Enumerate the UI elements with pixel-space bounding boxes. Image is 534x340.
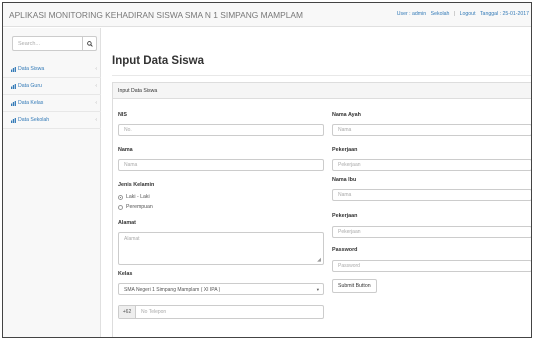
sidebar-item-label: Data Guru	[18, 83, 42, 89]
nama-ibu-field	[332, 189, 531, 201]
pekerjaan-ibu-field	[332, 226, 531, 238]
top-navbar: APLIKASI MONITORING KEHADIRAN SISWA SMA …	[3, 3, 531, 27]
nama-ibu-label: Nama Ibu	[332, 177, 357, 183]
user-link[interactable]: User : admin	[397, 11, 426, 17]
password-field	[332, 260, 531, 272]
alamat-label: Alamat	[118, 220, 136, 226]
jenis-kelamin-label: Jenis Kelamin	[118, 182, 155, 188]
caret-down-icon: ▾	[316, 287, 319, 292]
search-button[interactable]	[82, 37, 96, 50]
separator: |	[453, 11, 456, 17]
dashboard-icon	[11, 67, 16, 72]
sidebar-item-data-siswa[interactable]: Data Siswa ‹	[3, 62, 101, 78]
nis-label: NIS	[118, 112, 127, 118]
nis-field	[118, 124, 324, 136]
date-link[interactable]: Tanggal : 25-01-2017	[480, 11, 529, 17]
pekerjaan-ayah-input[interactable]	[333, 160, 531, 170]
chevron-left-icon: ‹	[95, 100, 97, 106]
telepon-input[interactable]	[137, 306, 317, 318]
phone-prefix: +62	[119, 306, 136, 318]
title-divider	[112, 75, 531, 76]
form-panel: Input Data Siswa NIS Nama Jenis Kelamin …	[112, 82, 531, 337]
pekerjaan-ayah-label: Pekerjaan	[332, 147, 358, 153]
nama-ayah-input[interactable]	[333, 125, 531, 135]
page-title: Input Data Siswa	[112, 55, 205, 67]
password-label: Password	[332, 247, 358, 253]
sidebar-item-data-kelas[interactable]: Data Kelas ‹	[3, 96, 101, 112]
pekerjaan-ayah-field	[332, 159, 531, 171]
radio-perempuan[interactable]: Perempuan	[118, 204, 153, 210]
password-input[interactable]	[333, 261, 531, 271]
app-window: APLIKASI MONITORING KEHADIRAN SISWA SMA …	[2, 2, 532, 338]
pekerjaan-ibu-label: Pekerjaan	[332, 213, 358, 219]
nama-ayah-field	[332, 124, 531, 136]
sidebar-item-label: Data Sekolah	[18, 117, 50, 123]
radio-button-checked[interactable]	[118, 194, 123, 200]
sidebar-item-label: Data Siswa	[18, 66, 45, 72]
search-icon	[86, 40, 93, 47]
radio-label: Laki - Laki	[126, 194, 150, 200]
nama-input[interactable]	[119, 160, 323, 170]
kelas-selected-value: SMA Negeri 1 Simpang Mamplam ( XI IPA )	[124, 287, 221, 293]
dashboard-icon	[11, 84, 16, 89]
chevron-left-icon: ‹	[95, 66, 97, 72]
chevron-left-icon: ‹	[95, 83, 97, 89]
radio-button[interactable]	[118, 204, 123, 210]
dashboard-icon	[11, 118, 16, 123]
nama-field	[118, 159, 324, 171]
sidebar-search	[12, 36, 97, 51]
logout-link[interactable]: Logout	[460, 11, 476, 17]
radio-label: Perempuan	[126, 204, 153, 210]
panel-heading: Input Data Siswa	[113, 83, 531, 99]
nama-ibu-input[interactable]	[333, 190, 531, 200]
sekolah-link[interactable]: Sekolah	[431, 11, 450, 17]
sidebar-item-data-sekolah[interactable]: Data Sekolah ‹	[3, 113, 101, 129]
sidebar-item-data-guru[interactable]: Data Guru ‹	[3, 79, 101, 95]
resize-handle-icon[interactable]: ◢	[317, 258, 321, 263]
alamat-textarea[interactable]	[119, 233, 323, 264]
nis-input[interactable]	[119, 125, 323, 135]
kelas-select[interactable]: SMA Negeri 1 Simpang Mamplam ( XI IPA ) …	[118, 283, 324, 295]
dashboard-icon	[11, 101, 16, 106]
telepon-group: +62	[118, 305, 324, 319]
radio-laki-laki[interactable]: Laki - Laki	[118, 194, 150, 200]
pekerjaan-ibu-input[interactable]	[333, 227, 531, 237]
nama-ayah-label: Nama Ayah	[332, 112, 361, 118]
top-links: User : admin Sekolah | Logout Tanggal : …	[394, 11, 529, 17]
kelas-label: Kelas	[118, 271, 133, 277]
submit-button[interactable]: Submit Button	[332, 279, 377, 293]
app-title[interactable]: APLIKASI MONITORING KEHADIRAN SISWA SMA …	[9, 10, 303, 20]
chevron-left-icon: ‹	[95, 117, 97, 123]
search-input[interactable]	[13, 37, 83, 50]
panel-heading-text: Input Data Siswa	[118, 88, 158, 94]
alamat-field: ◢	[118, 232, 324, 265]
nama-label: Nama	[118, 147, 133, 153]
sidebar-item-label: Data Kelas	[18, 100, 44, 106]
main-content: Input Data Siswa Input Data Siswa NIS Na…	[102, 28, 531, 337]
sidebar: Data Siswa ‹ Data Guru ‹ Data Kelas ‹ Da…	[3, 28, 101, 337]
